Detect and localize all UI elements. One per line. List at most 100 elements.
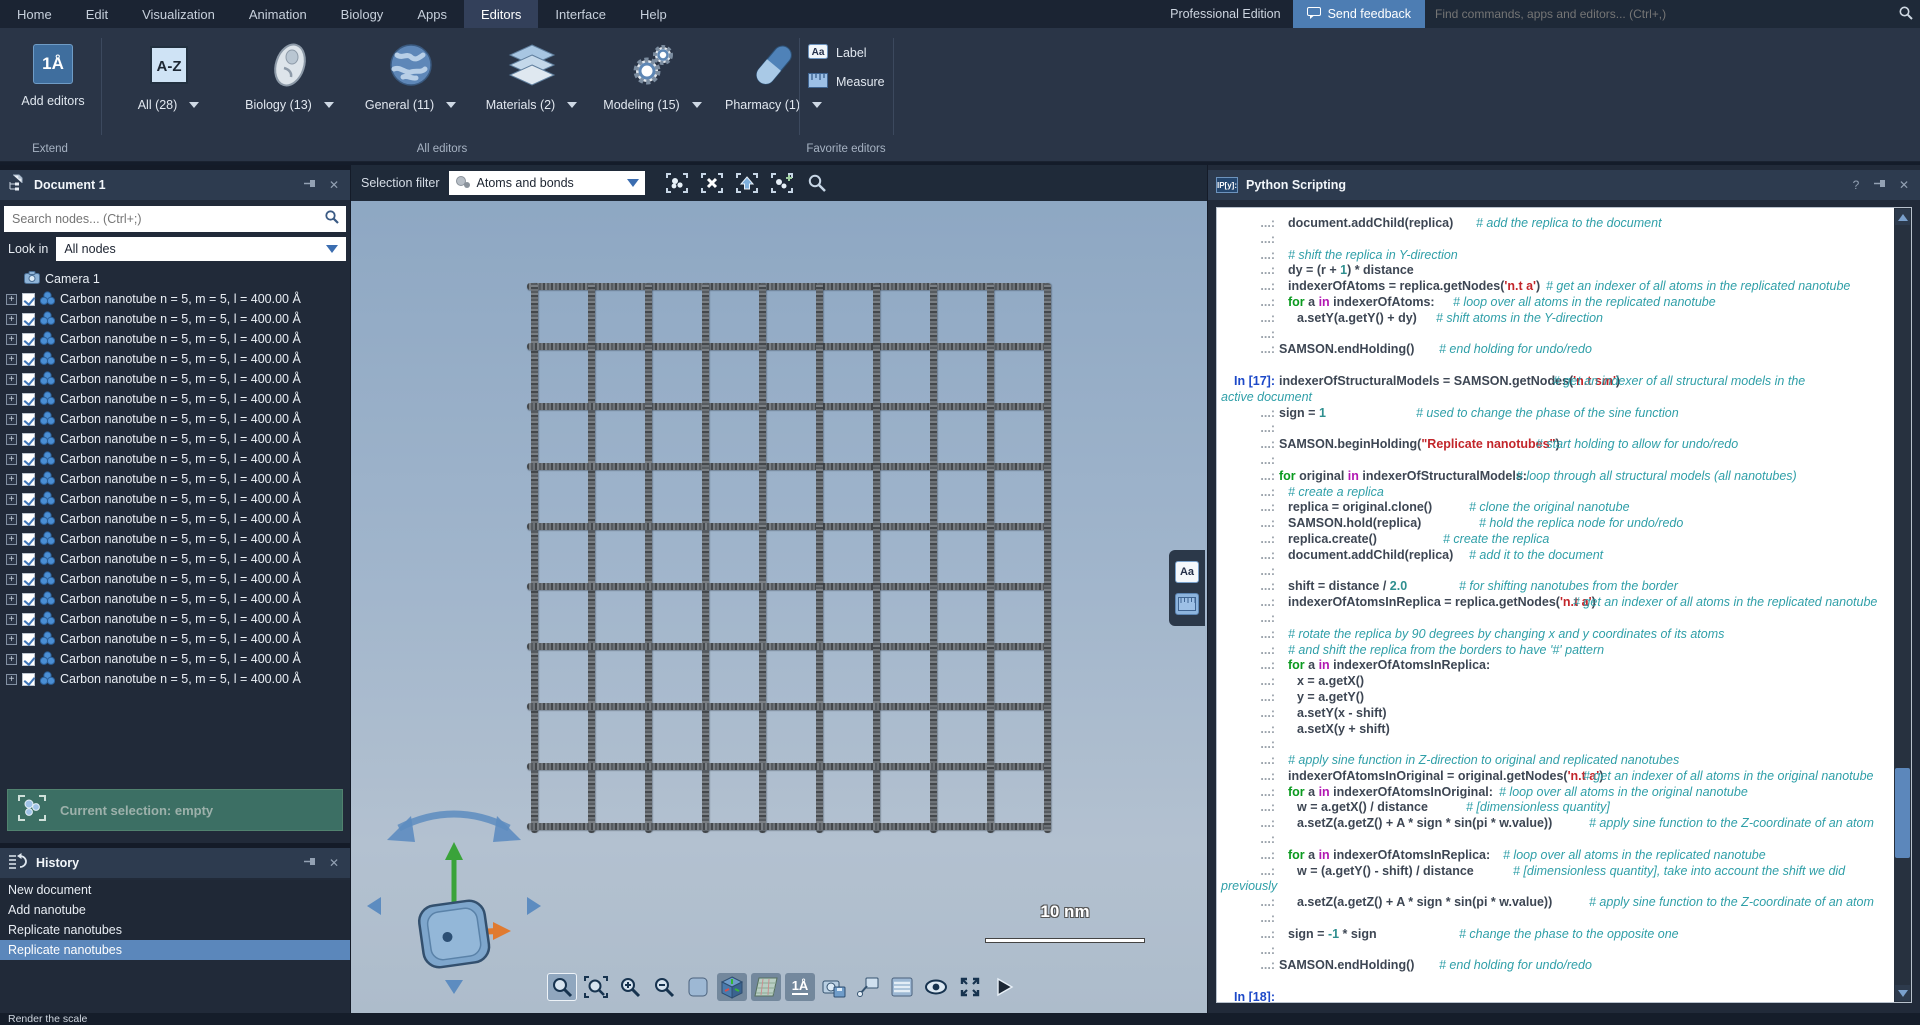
- visibility-checkbox[interactable]: [22, 453, 35, 466]
- look-in-dropdown[interactable]: All nodes: [56, 237, 346, 261]
- zoom-button[interactable]: [547, 973, 577, 1001]
- tree-row-camera[interactable]: Camera 1: [0, 269, 350, 289]
- navigation-gizmo[interactable]: [359, 798, 549, 1003]
- visibility-checkbox[interactable]: [22, 353, 35, 366]
- expand-icon[interactable]: +: [6, 354, 17, 365]
- background-button[interactable]: [683, 973, 713, 1001]
- chevron-down-icon[interactable]: [692, 102, 702, 108]
- tree-row-nanotube[interactable]: +Carbon nanotube n = 5, m = 5, l = 400.0…: [0, 449, 350, 469]
- search-icon[interactable]: [1898, 5, 1914, 24]
- add-editors-button[interactable]: 1Å Add editors: [12, 40, 94, 108]
- tree-row-nanotube[interactable]: +Carbon nanotube n = 5, m = 5, l = 400.0…: [0, 589, 350, 609]
- deselect-all-button[interactable]: [697, 169, 727, 197]
- nanotube-horizontal[interactable]: [527, 463, 1049, 470]
- visibility-checkbox[interactable]: [22, 513, 35, 526]
- visibility-checkbox[interactable]: [22, 653, 35, 666]
- add-to-selection-button[interactable]: [767, 169, 797, 197]
- category-cell[interactable]: Biology (13): [229, 36, 350, 114]
- grid-plane-button[interactable]: [751, 973, 781, 1001]
- category-gears[interactable]: Modeling (15): [592, 36, 713, 114]
- nanotube-vertical[interactable]: [816, 283, 823, 833]
- selection-filter-dropdown[interactable]: Atoms and bonds: [449, 171, 645, 195]
- menu-item-interface[interactable]: Interface: [538, 0, 623, 28]
- nanotube-horizontal[interactable]: [527, 343, 1049, 350]
- tree-row-nanotube[interactable]: +Carbon nanotube n = 5, m = 5, l = 400.0…: [0, 309, 350, 329]
- visibility-checkbox[interactable]: [22, 553, 35, 566]
- search-icon[interactable]: [324, 209, 340, 230]
- label-button[interactable]: Aa: [1175, 561, 1199, 583]
- history-item[interactable]: New document: [0, 880, 350, 900]
- nanotube-horizontal[interactable]: [527, 583, 1049, 590]
- expand-icon[interactable]: +: [6, 634, 17, 645]
- nanotube-vertical[interactable]: [987, 283, 994, 833]
- category-globe[interactable]: General (11): [350, 36, 471, 114]
- close-icon[interactable]: ✕: [1896, 178, 1912, 192]
- expand-icon[interactable]: +: [6, 574, 17, 585]
- tree-row-nanotube[interactable]: +Carbon nanotube n = 5, m = 5, l = 400.0…: [0, 389, 350, 409]
- category-az[interactable]: A-ZAll (28): [108, 36, 229, 114]
- navigation-cube-button[interactable]: [717, 973, 747, 1001]
- tree-row-nanotube[interactable]: +Carbon nanotube n = 5, m = 5, l = 400.0…: [0, 409, 350, 429]
- viewport-3d[interactable]: Selection filter Atoms and bonds Aa 10 n…: [351, 165, 1207, 1013]
- scrollbar-thumb[interactable]: [1895, 768, 1910, 858]
- visibility-checkbox[interactable]: [22, 573, 35, 586]
- menu-item-help[interactable]: Help: [623, 0, 684, 28]
- expand-icon[interactable]: +: [6, 654, 17, 665]
- tree-row-nanotube[interactable]: +Carbon nanotube n = 5, m = 5, l = 400.0…: [0, 669, 350, 689]
- select-all-button[interactable]: [662, 169, 692, 197]
- node-search-input[interactable]: [10, 211, 324, 227]
- history-item[interactable]: Replicate nanotubes: [0, 920, 350, 940]
- chevron-down-icon[interactable]: [189, 102, 199, 108]
- nanotube-vertical[interactable]: [702, 283, 709, 833]
- nanotube-vertical[interactable]: [873, 283, 880, 833]
- scroll-up-icon[interactable]: [1895, 209, 1910, 225]
- expand-icon[interactable]: +: [6, 494, 17, 505]
- favorite-measure-button[interactable]: Measure: [808, 73, 885, 91]
- python-scrollbar[interactable]: [1894, 208, 1911, 1002]
- tree-row-nanotube[interactable]: +Carbon nanotube n = 5, m = 5, l = 400.0…: [0, 529, 350, 549]
- history-item[interactable]: Replicate nanotubes: [0, 940, 350, 960]
- zoom-on-selection-button[interactable]: [802, 169, 832, 197]
- visibility-checkbox[interactable]: [22, 533, 35, 546]
- expand-icon[interactable]: +: [6, 374, 17, 385]
- menu-item-animation[interactable]: Animation: [232, 0, 324, 28]
- pin-icon[interactable]: [302, 856, 318, 870]
- visibility-checkbox[interactable]: [22, 373, 35, 386]
- tree-row-nanotube[interactable]: +Carbon nanotube n = 5, m = 5, l = 400.0…: [0, 489, 350, 509]
- visibility-checkbox[interactable]: [22, 493, 35, 506]
- expand-icon[interactable]: +: [6, 594, 17, 605]
- close-icon[interactable]: ✕: [326, 178, 342, 192]
- chevron-down-icon[interactable]: [567, 102, 577, 108]
- play-button[interactable]: [989, 973, 1019, 1001]
- expand-icon[interactable]: +: [6, 394, 17, 405]
- expand-icon[interactable]: +: [6, 334, 17, 345]
- visibility-checkbox[interactable]: [22, 633, 35, 646]
- visibility-checkbox[interactable]: [22, 433, 35, 446]
- menu-item-apps[interactable]: Apps: [400, 0, 464, 28]
- menu-item-editors[interactable]: Editors: [464, 0, 538, 28]
- tree-row-nanotube[interactable]: +Carbon nanotube n = 5, m = 5, l = 400.0…: [0, 509, 350, 529]
- pin-icon[interactable]: [302, 178, 318, 192]
- measure-button[interactable]: [1175, 593, 1199, 615]
- visibility-checkbox[interactable]: [22, 333, 35, 346]
- zoom-region-button[interactable]: [581, 973, 611, 1001]
- visibility-checkbox[interactable]: [22, 473, 35, 486]
- scroll-down-icon[interactable]: [1895, 985, 1910, 1001]
- tree-row-nanotube[interactable]: +Carbon nanotube n = 5, m = 5, l = 400.0…: [0, 569, 350, 589]
- visibility-checkbox[interactable]: [22, 613, 35, 626]
- fullscreen-button[interactable]: [955, 973, 985, 1001]
- nanotube-vertical[interactable]: [930, 283, 937, 833]
- zoom-in-button[interactable]: [615, 973, 645, 1001]
- nanotube-horizontal[interactable]: [527, 823, 1049, 830]
- tree-row-nanotube[interactable]: +Carbon nanotube n = 5, m = 5, l = 400.0…: [0, 649, 350, 669]
- tree-row-nanotube[interactable]: +Carbon nanotube n = 5, m = 5, l = 400.0…: [0, 429, 350, 449]
- visibility-checkbox[interactable]: [22, 393, 35, 406]
- menu-item-visualization[interactable]: Visualization: [125, 0, 232, 28]
- select-up-button[interactable]: [732, 169, 762, 197]
- nanotube-horizontal[interactable]: [527, 763, 1049, 770]
- chevron-down-icon[interactable]: [446, 102, 456, 108]
- send-feedback-button[interactable]: Send feedback: [1293, 0, 1425, 28]
- nanotube-horizontal[interactable]: [527, 643, 1049, 650]
- tree-row-nanotube[interactable]: +Carbon nanotube n = 5, m = 5, l = 400.0…: [0, 329, 350, 349]
- nanotube-vertical[interactable]: [531, 283, 538, 833]
